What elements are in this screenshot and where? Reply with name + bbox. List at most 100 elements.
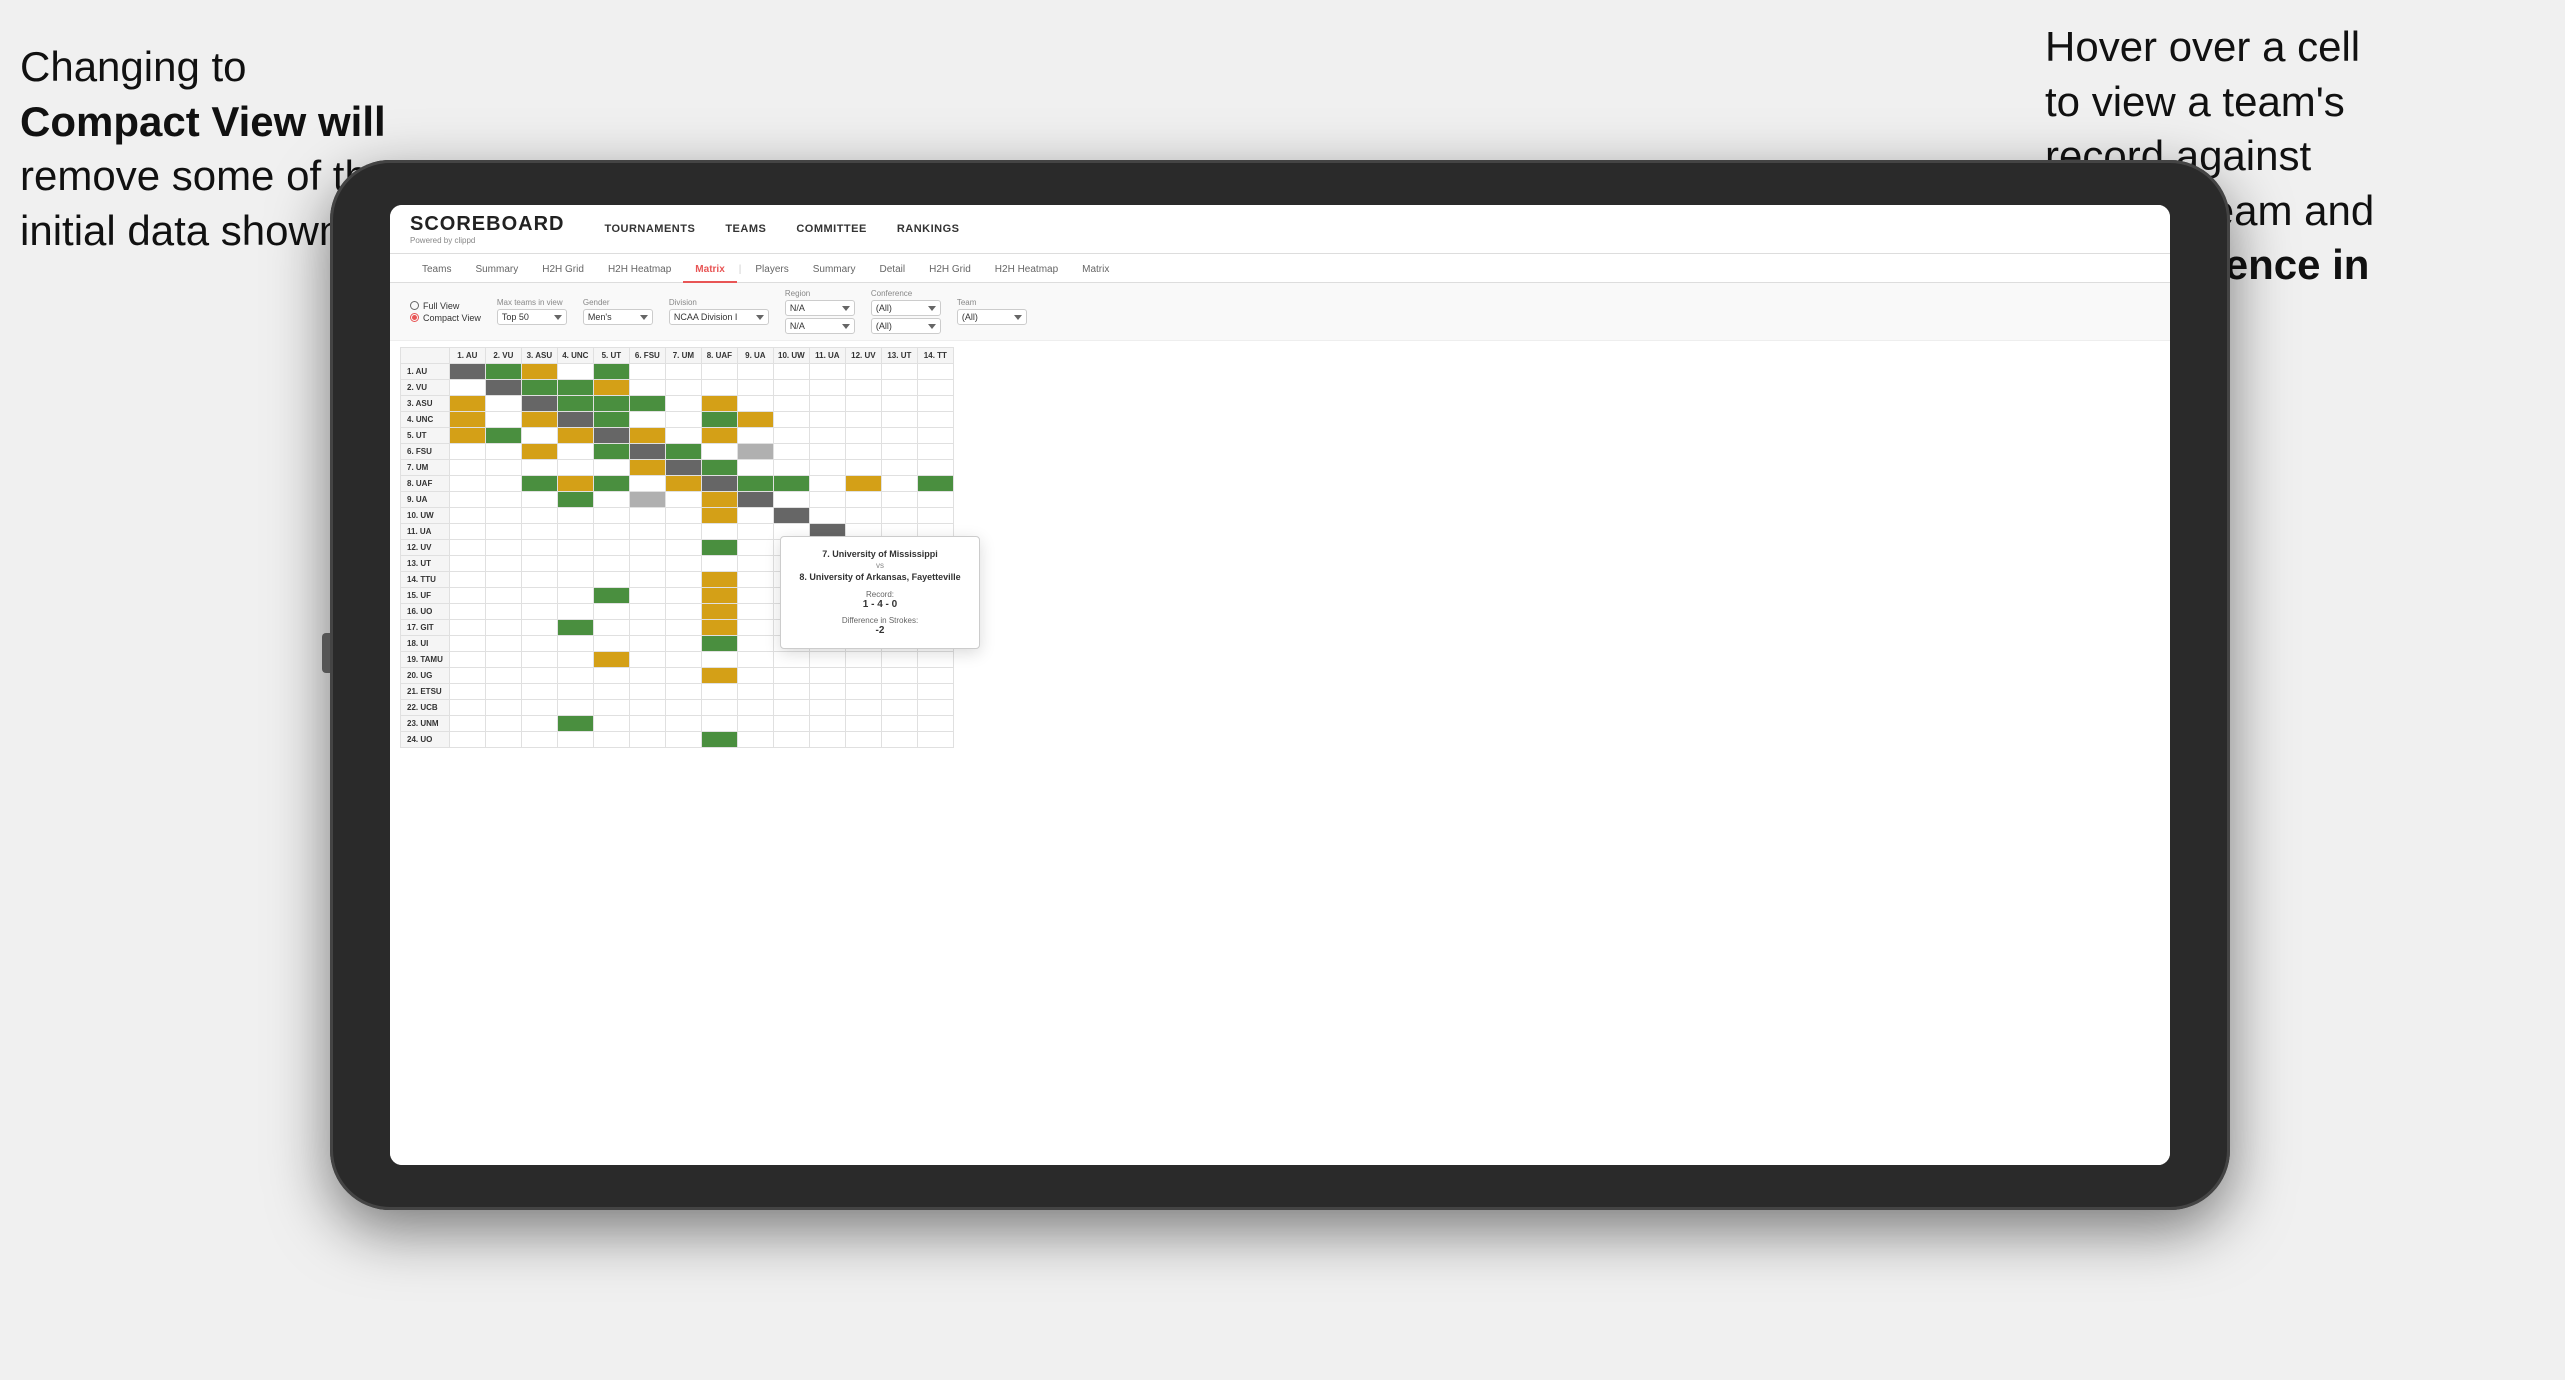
matrix-cell[interactable]	[773, 652, 809, 668]
matrix-cell[interactable]	[701, 364, 737, 380]
matrix-cell[interactable]	[701, 492, 737, 508]
matrix-cell[interactable]	[593, 364, 629, 380]
matrix-cell[interactable]	[665, 524, 701, 540]
matrix-cell[interactable]	[845, 428, 881, 444]
matrix-cell[interactable]	[557, 428, 593, 444]
matrix-cell[interactable]	[485, 396, 521, 412]
matrix-cell[interactable]	[557, 716, 593, 732]
matrix-cell[interactable]	[557, 508, 593, 524]
matrix-cell[interactable]	[701, 636, 737, 652]
matrix-cell[interactable]	[557, 492, 593, 508]
matrix-cell[interactable]	[521, 732, 557, 748]
matrix-cell[interactable]	[701, 412, 737, 428]
matrix-cell[interactable]	[629, 412, 665, 428]
matrix-cell[interactable]	[809, 444, 845, 460]
matrix-cell[interactable]	[881, 428, 917, 444]
matrix-cell[interactable]	[449, 652, 485, 668]
matrix-cell[interactable]	[629, 556, 665, 572]
matrix-cell[interactable]	[701, 460, 737, 476]
matrix-cell[interactable]	[521, 540, 557, 556]
matrix-cell[interactable]	[593, 396, 629, 412]
matrix-cell[interactable]	[881, 508, 917, 524]
matrix-cell[interactable]	[485, 364, 521, 380]
matrix-cell[interactable]	[737, 380, 773, 396]
matrix-cell[interactable]	[737, 524, 773, 540]
matrix-cell[interactable]	[737, 476, 773, 492]
matrix-cell[interactable]	[521, 556, 557, 572]
matrix-cell[interactable]	[521, 508, 557, 524]
matrix-cell[interactable]	[521, 524, 557, 540]
sub-nav-teams[interactable]: Teams	[410, 260, 463, 283]
matrix-cell[interactable]	[557, 412, 593, 428]
matrix-cell[interactable]	[917, 412, 953, 428]
max-teams-select[interactable]: Top 50	[497, 309, 567, 325]
matrix-cell[interactable]	[701, 556, 737, 572]
matrix-cell[interactable]	[917, 700, 953, 716]
matrix-cell[interactable]	[881, 716, 917, 732]
matrix-cell[interactable]	[701, 604, 737, 620]
matrix-cell[interactable]	[593, 636, 629, 652]
matrix-cell[interactable]	[629, 540, 665, 556]
matrix-cell[interactable]	[449, 460, 485, 476]
matrix-cell[interactable]	[845, 460, 881, 476]
matrix-cell[interactable]	[593, 668, 629, 684]
matrix-cell[interactable]	[917, 508, 953, 524]
nav-rankings[interactable]: RANKINGS	[897, 223, 960, 235]
sub-nav-players[interactable]: Players	[743, 260, 800, 283]
matrix-cell[interactable]	[449, 620, 485, 636]
matrix-cell[interactable]	[557, 620, 593, 636]
matrix-cell[interactable]	[629, 652, 665, 668]
matrix-cell[interactable]	[881, 652, 917, 668]
matrix-cell[interactable]	[773, 700, 809, 716]
matrix-cell[interactable]	[773, 412, 809, 428]
matrix-cell[interactable]	[701, 540, 737, 556]
matrix-cell[interactable]	[665, 652, 701, 668]
matrix-cell[interactable]	[881, 492, 917, 508]
matrix-cell[interactable]	[665, 364, 701, 380]
matrix-cell[interactable]	[521, 492, 557, 508]
matrix-cell[interactable]	[737, 716, 773, 732]
matrix-cell[interactable]	[449, 540, 485, 556]
matrix-cell[interactable]	[521, 412, 557, 428]
matrix-cell[interactable]	[917, 684, 953, 700]
matrix-cell[interactable]	[773, 732, 809, 748]
matrix-cell[interactable]	[557, 380, 593, 396]
matrix-cell[interactable]	[449, 476, 485, 492]
matrix-cell[interactable]	[917, 460, 953, 476]
matrix-cell[interactable]	[881, 444, 917, 460]
matrix-cell[interactable]	[701, 396, 737, 412]
matrix-cell[interactable]	[521, 364, 557, 380]
matrix-cell[interactable]	[449, 428, 485, 444]
full-view-option[interactable]: Full View	[410, 301, 481, 311]
matrix-cell[interactable]	[665, 700, 701, 716]
matrix-cell[interactable]	[593, 540, 629, 556]
matrix-cell[interactable]	[737, 652, 773, 668]
matrix-cell[interactable]	[737, 620, 773, 636]
matrix-cell[interactable]	[593, 652, 629, 668]
matrix-cell[interactable]	[629, 508, 665, 524]
matrix-cell[interactable]	[485, 508, 521, 524]
matrix-cell[interactable]	[665, 636, 701, 652]
matrix-cell[interactable]	[485, 572, 521, 588]
matrix-cell[interactable]	[665, 684, 701, 700]
matrix-cell[interactable]	[737, 684, 773, 700]
matrix-cell[interactable]	[593, 620, 629, 636]
matrix-cell[interactable]	[593, 428, 629, 444]
matrix-cell[interactable]	[593, 732, 629, 748]
sub-nav-h2h-heatmap1[interactable]: H2H Heatmap	[596, 260, 683, 283]
matrix-cell[interactable]	[485, 412, 521, 428]
matrix-cell[interactable]	[485, 684, 521, 700]
matrix-cell[interactable]	[485, 732, 521, 748]
full-view-radio[interactable]	[410, 301, 419, 310]
matrix-cell[interactable]	[557, 652, 593, 668]
matrix-cell[interactable]	[629, 380, 665, 396]
matrix-cell[interactable]	[593, 700, 629, 716]
matrix-cell[interactable]	[665, 396, 701, 412]
matrix-cell[interactable]	[521, 476, 557, 492]
matrix-cell[interactable]	[449, 444, 485, 460]
matrix-cell[interactable]	[557, 540, 593, 556]
matrix-cell[interactable]	[665, 540, 701, 556]
matrix-cell[interactable]	[737, 396, 773, 412]
matrix-cell[interactable]	[449, 412, 485, 428]
matrix-cell[interactable]	[485, 604, 521, 620]
